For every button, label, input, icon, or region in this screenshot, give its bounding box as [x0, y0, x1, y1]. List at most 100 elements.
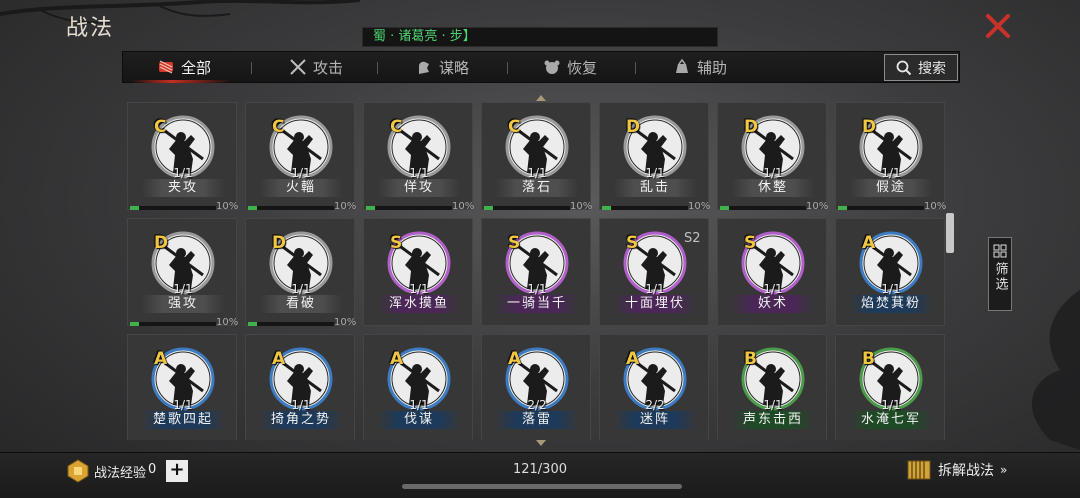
skill-grade: A: [154, 349, 168, 369]
skill-card[interactable]: C 1/1 夹攻 10%: [127, 102, 238, 212]
skill-card[interactable]: B 1/1 水淹七军: [835, 334, 945, 440]
skill-card[interactable]: A 2/2 迷阵: [599, 334, 709, 440]
skill-grade: A: [862, 233, 876, 253]
skill-name: 休整: [732, 179, 814, 197]
skill-count: 1/1: [645, 166, 665, 180]
skill-grade: C: [272, 117, 285, 137]
skill-count: 1/1: [173, 398, 193, 412]
skill-card[interactable]: S 1/1 妖术: [717, 218, 827, 326]
skill-xp-fill: [838, 206, 847, 210]
skill-card[interactable]: A 1/1 楚歌四起: [127, 334, 237, 440]
search-label: 搜索: [918, 60, 946, 77]
skill-card[interactable]: D 1/1 休整 10%: [717, 102, 828, 212]
tab-label: 攻击: [313, 58, 344, 77]
skill-name: 一骑当千: [496, 295, 578, 313]
skill-card[interactable]: A 1/1 焰焚萁粉: [835, 218, 945, 326]
skill-card[interactable]: A 1/1 伐谋: [363, 334, 473, 440]
add-exp-button[interactable]: +: [166, 460, 188, 482]
skill-card[interactable]: B 1/1 声东击西: [717, 334, 827, 440]
skill-xp-bar: [130, 322, 216, 326]
skill-grade: S: [626, 233, 639, 253]
skill-count: 1/1: [409, 282, 429, 296]
skill-card[interactable]: C 1/1 火輜 10%: [245, 102, 357, 212]
skill-name: 看破: [260, 295, 342, 313]
skill-grade: D: [154, 233, 169, 253]
skill-card[interactable]: S S2 1/1 十面埋伏: [599, 218, 709, 326]
tab-label: 辅助: [697, 58, 728, 77]
skill-card[interactable]: D 1/1 乱击 10%: [599, 102, 710, 212]
skill-name: 迷阵: [614, 411, 696, 429]
skill-count: 1/1: [881, 166, 901, 180]
skill-name: 焰焚萁粉: [850, 295, 932, 313]
skill-count: 2/2: [527, 398, 547, 412]
pouch-icon: [676, 58, 688, 73]
skill-xp-label: 10%: [452, 201, 475, 212]
skill-card[interactable]: D 1/1 看破 10%: [245, 218, 356, 328]
skill-name: 浑水摸鱼: [378, 295, 460, 313]
skill-card[interactable]: A 2/2 落雷: [481, 334, 591, 440]
exp-value: 0: [148, 462, 157, 477]
ink-branch-decoration: [0, 0, 360, 24]
skill-xp-label: 10%: [216, 317, 239, 328]
category-tabs: 全部 攻击 谋略 恢复 辅助: [122, 51, 960, 83]
skill-xp-label: 10%: [924, 201, 947, 212]
skill-count: 1/1: [763, 282, 783, 296]
ink-splash-decoration: [1031, 290, 1080, 450]
skill-xp-bar: [248, 322, 334, 326]
skill-grade: C: [508, 117, 521, 137]
skill-grade: D: [272, 233, 287, 253]
skill-card[interactable]: S 1/1 浑水摸鱼: [363, 218, 473, 326]
tab-all[interactable]: 全部: [157, 52, 211, 82]
skill-card[interactable]: C 1/1 落石 10%: [481, 102, 593, 212]
dismantle-skill-button[interactable]: 拆解战法 »: [906, 458, 1007, 482]
skill-card[interactable]: C 1/1 佯攻 10%: [363, 102, 475, 212]
skill-xp-fill: [484, 206, 493, 210]
tab-strategy[interactable]: 谋略: [415, 52, 469, 82]
dismantle-icon: [907, 460, 931, 480]
skill-grade: A: [508, 349, 522, 369]
skill-count: 1/1: [409, 398, 429, 412]
skill-card[interactable]: D 1/1 假途 10%: [835, 102, 947, 212]
tab-divider: [507, 62, 508, 74]
skill-name: 声东击西: [732, 411, 814, 429]
skill-count: 1/1: [881, 398, 901, 412]
skill-name: 落石: [496, 179, 578, 197]
skill-grade: B: [744, 349, 757, 369]
skill-grade: C: [154, 117, 167, 137]
tab-support[interactable]: 辅助: [673, 52, 727, 82]
scrollbar-thumb[interactable]: [946, 213, 954, 253]
skill-grade: D: [862, 117, 877, 137]
skill-grade: S: [744, 233, 757, 253]
skill-count: 2/2: [645, 398, 665, 412]
skill-xp-bar: [484, 206, 570, 210]
horizontal-scroll-indicator: [402, 484, 682, 489]
skill-name: 落雷: [496, 411, 578, 429]
skill-grade: A: [626, 349, 640, 369]
filter-button[interactable]: 筛选: [988, 237, 1012, 311]
skill-name: 楚歌四起: [142, 411, 224, 429]
skill-count: 1/1: [527, 282, 547, 296]
scroll-down-arrow-icon[interactable]: [536, 440, 546, 446]
grid-filter-icon: [993, 244, 1007, 258]
tab-attack[interactable]: 攻击: [289, 52, 343, 82]
skill-xp-bar: [130, 206, 216, 210]
skill-grade: D: [626, 117, 641, 137]
skill-name: 掎角之势: [260, 411, 342, 429]
skill-card[interactable]: D 1/1 强攻 10%: [127, 218, 239, 328]
skill-count: 1/1: [763, 398, 783, 412]
skill-xp-label: 10%: [334, 201, 357, 212]
skill-name: 强攻: [142, 295, 224, 313]
skill-grade: B: [862, 349, 875, 369]
skill-card[interactable]: S 1/1 一骑当千: [481, 218, 591, 326]
tab-recovery[interactable]: 恢复: [543, 52, 597, 82]
skill-exp-icon: [67, 459, 89, 483]
skill-xp-fill: [366, 206, 375, 210]
search-button[interactable]: 搜索: [884, 54, 958, 81]
close-icon[interactable]: [982, 10, 1014, 42]
skill-name: 妖术: [732, 295, 814, 313]
skill-card[interactable]: A 1/1 掎角之势: [245, 334, 355, 440]
skill-xp-fill: [248, 322, 257, 326]
dismantle-label: 拆解战法: [938, 463, 994, 479]
tab-divider: [635, 62, 636, 74]
skill-xp-label: 10%: [570, 201, 593, 212]
